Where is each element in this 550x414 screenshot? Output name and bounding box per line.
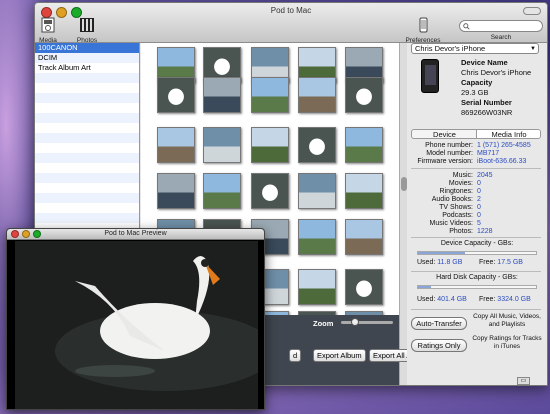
preview-titlebar: Pod to Mac Preview bbox=[7, 229, 264, 240]
info-value: 0 bbox=[477, 212, 481, 219]
disk-capacity-title: Hard Disk Capacity - GBs: bbox=[436, 274, 518, 281]
media-button[interactable]: Media bbox=[37, 17, 59, 44]
info-key: Movies: bbox=[448, 180, 473, 187]
info-value: 2045 bbox=[477, 172, 493, 179]
titlebar: Pod to Mac Media Photos Preferences Sear… bbox=[35, 3, 547, 44]
photos-icon bbox=[80, 18, 94, 32]
info-key: TV Shows: bbox=[439, 204, 473, 211]
photo-thumbnail[interactable] bbox=[157, 173, 195, 209]
info-key: Audio Books: bbox=[431, 196, 473, 203]
info-key: Music: bbox=[452, 172, 473, 179]
photo-thumbnail[interactable] bbox=[345, 219, 383, 255]
info-value: 0 bbox=[477, 204, 481, 211]
export-selected-button[interactable]: d bbox=[289, 349, 302, 362]
info-key: Music Videos: bbox=[429, 220, 473, 227]
auto-transfer-button[interactable]: Auto-Transfer bbox=[411, 317, 467, 330]
capacity-value: 29.3 GB bbox=[461, 88, 489, 97]
search-icon bbox=[463, 23, 470, 30]
iphone-image bbox=[421, 59, 439, 93]
device-select[interactable]: Chris Devor's iPhone ▼ bbox=[411, 43, 539, 54]
divider bbox=[411, 309, 541, 310]
info-key: Phone number: bbox=[425, 142, 473, 149]
media-icon bbox=[41, 17, 55, 33]
device-name-key: Device Name bbox=[461, 58, 508, 67]
tab-media-info[interactable]: Media Info bbox=[476, 130, 540, 138]
photo-thumbnail[interactable] bbox=[298, 173, 336, 209]
preview-title: Pod to Mac Preview bbox=[104, 230, 167, 237]
info-value: MB717 bbox=[477, 150, 500, 157]
photo-thumbnail[interactable] bbox=[298, 219, 336, 255]
zoom-slider-knob[interactable] bbox=[351, 318, 359, 326]
info-value: 5 bbox=[477, 220, 481, 227]
info-value: 2 bbox=[477, 196, 481, 203]
export-album-button[interactable]: Export Album bbox=[313, 349, 366, 362]
disk-capacity-bar bbox=[417, 285, 537, 289]
auto-transfer-note: Copy All Music, Videos, and Playlists bbox=[473, 313, 541, 328]
chevron-down-icon: ▼ bbox=[530, 46, 536, 52]
divider bbox=[411, 237, 541, 238]
photo-grid-scrollbar[interactable] bbox=[399, 43, 407, 385]
serial-value: 869266W03NR bbox=[461, 108, 513, 117]
info-key: Model number: bbox=[426, 150, 473, 157]
photo-thumbnail[interactable] bbox=[203, 127, 241, 163]
disk-free: Free: 3324.0 GB bbox=[479, 296, 531, 303]
device-capacity-bar bbox=[417, 251, 537, 255]
divider bbox=[411, 271, 541, 272]
photo-thumbnail[interactable] bbox=[251, 77, 289, 113]
info-key: Firmware version: bbox=[417, 158, 473, 165]
info-key: Photos: bbox=[449, 228, 473, 235]
info-value: iBoot-636.66.33 bbox=[477, 158, 527, 165]
info-key: Ringtones: bbox=[439, 188, 473, 195]
info-value: 0 bbox=[477, 188, 481, 195]
device-panel: Chris Devor's iPhone ▼ Device Name Chris… bbox=[407, 43, 547, 385]
device-used: Used: 11.8 GB bbox=[417, 259, 463, 266]
iphone-icon bbox=[419, 17, 428, 33]
capacity-key: Capacity bbox=[461, 78, 493, 87]
divider bbox=[411, 168, 541, 169]
ratings-only-button[interactable]: Ratings Only bbox=[411, 339, 467, 352]
photo-thumbnail[interactable] bbox=[298, 269, 336, 305]
photo-thumbnail[interactable] bbox=[251, 127, 289, 163]
zoom-slider[interactable] bbox=[341, 321, 393, 324]
photo-thumbnail[interactable] bbox=[203, 77, 241, 113]
info-value: 1228 bbox=[477, 228, 493, 235]
ratings-note: Copy Ratings for Tracks in iTunes bbox=[472, 335, 542, 350]
search-label: Search bbox=[490, 34, 512, 41]
preferences-button[interactable]: Preferences bbox=[405, 17, 441, 44]
sidebar-item-dcim[interactable]: DCIM bbox=[35, 53, 139, 63]
device-name-value: Chris Devor's iPhone bbox=[461, 68, 532, 77]
disk-used: Used: 401.4 GB bbox=[417, 296, 467, 303]
device-select-value: Chris Devor's iPhone bbox=[415, 44, 486, 53]
drawer-toggle-button[interactable]: ▭ bbox=[517, 377, 530, 385]
tab-device[interactable]: Device bbox=[412, 130, 477, 138]
search-input[interactable] bbox=[459, 20, 543, 32]
info-tabs: Device Media Info bbox=[411, 129, 541, 139]
photo-thumbnail[interactable] bbox=[298, 77, 336, 113]
sidebar-item-track-album-art[interactable]: Track Album Art bbox=[35, 63, 139, 73]
photo-thumbnail[interactable] bbox=[345, 77, 383, 113]
photo-thumbnail[interactable] bbox=[345, 269, 383, 305]
preview-window: Pod to Mac Preview bbox=[6, 228, 265, 410]
device-free: Free: 17.5 GB bbox=[479, 259, 523, 266]
photos-button[interactable]: Photos bbox=[75, 17, 99, 44]
window-title: Pod to Mac bbox=[270, 6, 312, 15]
photo-thumbnail[interactable] bbox=[251, 173, 289, 209]
zoom-label: Zoom bbox=[313, 319, 334, 328]
info-value: 1 (571) 265-4585 bbox=[477, 142, 531, 149]
photo-thumbnail[interactable] bbox=[203, 173, 241, 209]
info-value: 0 bbox=[477, 180, 481, 187]
photo-thumbnail[interactable] bbox=[157, 77, 195, 113]
info-key: Podcasts: bbox=[442, 212, 473, 219]
photo-thumbnail[interactable] bbox=[157, 127, 195, 163]
device-capacity-title: Device Capacity - GBs: bbox=[440, 240, 514, 247]
photo-thumbnail[interactable] bbox=[345, 127, 383, 163]
swan-photo bbox=[15, 241, 258, 409]
photo-thumbnail[interactable] bbox=[298, 127, 336, 163]
toolbar-toggle-button[interactable] bbox=[523, 7, 541, 15]
serial-key: Serial Number bbox=[461, 98, 512, 107]
sidebar-item-100canon[interactable]: 100CANON bbox=[35, 43, 139, 53]
photo-thumbnail[interactable] bbox=[345, 173, 383, 209]
